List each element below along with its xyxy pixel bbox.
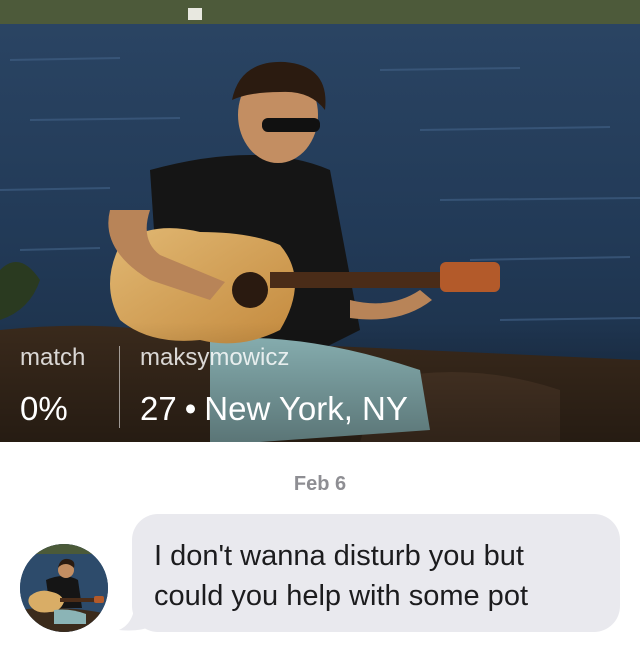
message-date: Feb 6	[293, 473, 347, 495]
user-age: 27	[140, 390, 177, 427]
username[interactable]: maksymowicz	[140, 343, 620, 373]
user-location: New York, NY	[204, 390, 408, 427]
user-details: 27 • New York, NY	[140, 389, 620, 429]
message-bubble[interactable]: I don't wanna disturb you but could you …	[132, 514, 620, 632]
profile-header[interactable]: match 0% maksymowicz 27 • New York, NY	[0, 0, 640, 442]
user-info[interactable]: maksymowicz 27 • New York, NY	[140, 343, 620, 429]
message-row: I don't wanna disturb you but could you …	[0, 512, 640, 642]
match-stat: match 0%	[20, 343, 106, 429]
stat-divider	[119, 346, 120, 428]
separator-dot: •	[184, 390, 197, 427]
avatar-photo-icon	[20, 544, 108, 632]
message-text: I don't wanna disturb you but could you …	[154, 540, 528, 612]
match-label: match	[20, 344, 86, 371]
match-percentage: 0%	[20, 390, 68, 427]
user-avatar[interactable]	[20, 544, 108, 632]
